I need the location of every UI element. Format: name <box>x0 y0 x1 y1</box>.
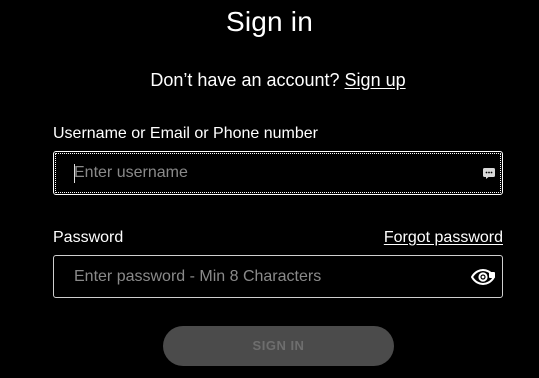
password-field-container <box>53 255 503 298</box>
sign-in-page: Sign in Don’t have an account? Sign up U… <box>0 0 539 378</box>
autofill-icon[interactable] <box>483 168 495 179</box>
sign-in-button[interactable]: SIGN IN <box>163 326 394 366</box>
signup-link[interactable]: Sign up <box>345 70 406 90</box>
eye-icon[interactable] <box>471 269 495 285</box>
password-label: Password <box>53 229 124 246</box>
page-title: Sign in <box>225 6 313 37</box>
username-label: Username or Email or Phone number <box>53 125 319 142</box>
text-caret <box>74 164 75 183</box>
signup-prompt-text: Don’t have an account? <box>150 70 340 90</box>
username-field-container <box>53 151 503 195</box>
username-input[interactable] <box>72 152 464 194</box>
signup-prompt: Don’t have an account? Sign up <box>0 70 539 91</box>
password-input[interactable] <box>72 256 464 297</box>
forgot-password-link[interactable]: Forgot password <box>384 229 503 247</box>
